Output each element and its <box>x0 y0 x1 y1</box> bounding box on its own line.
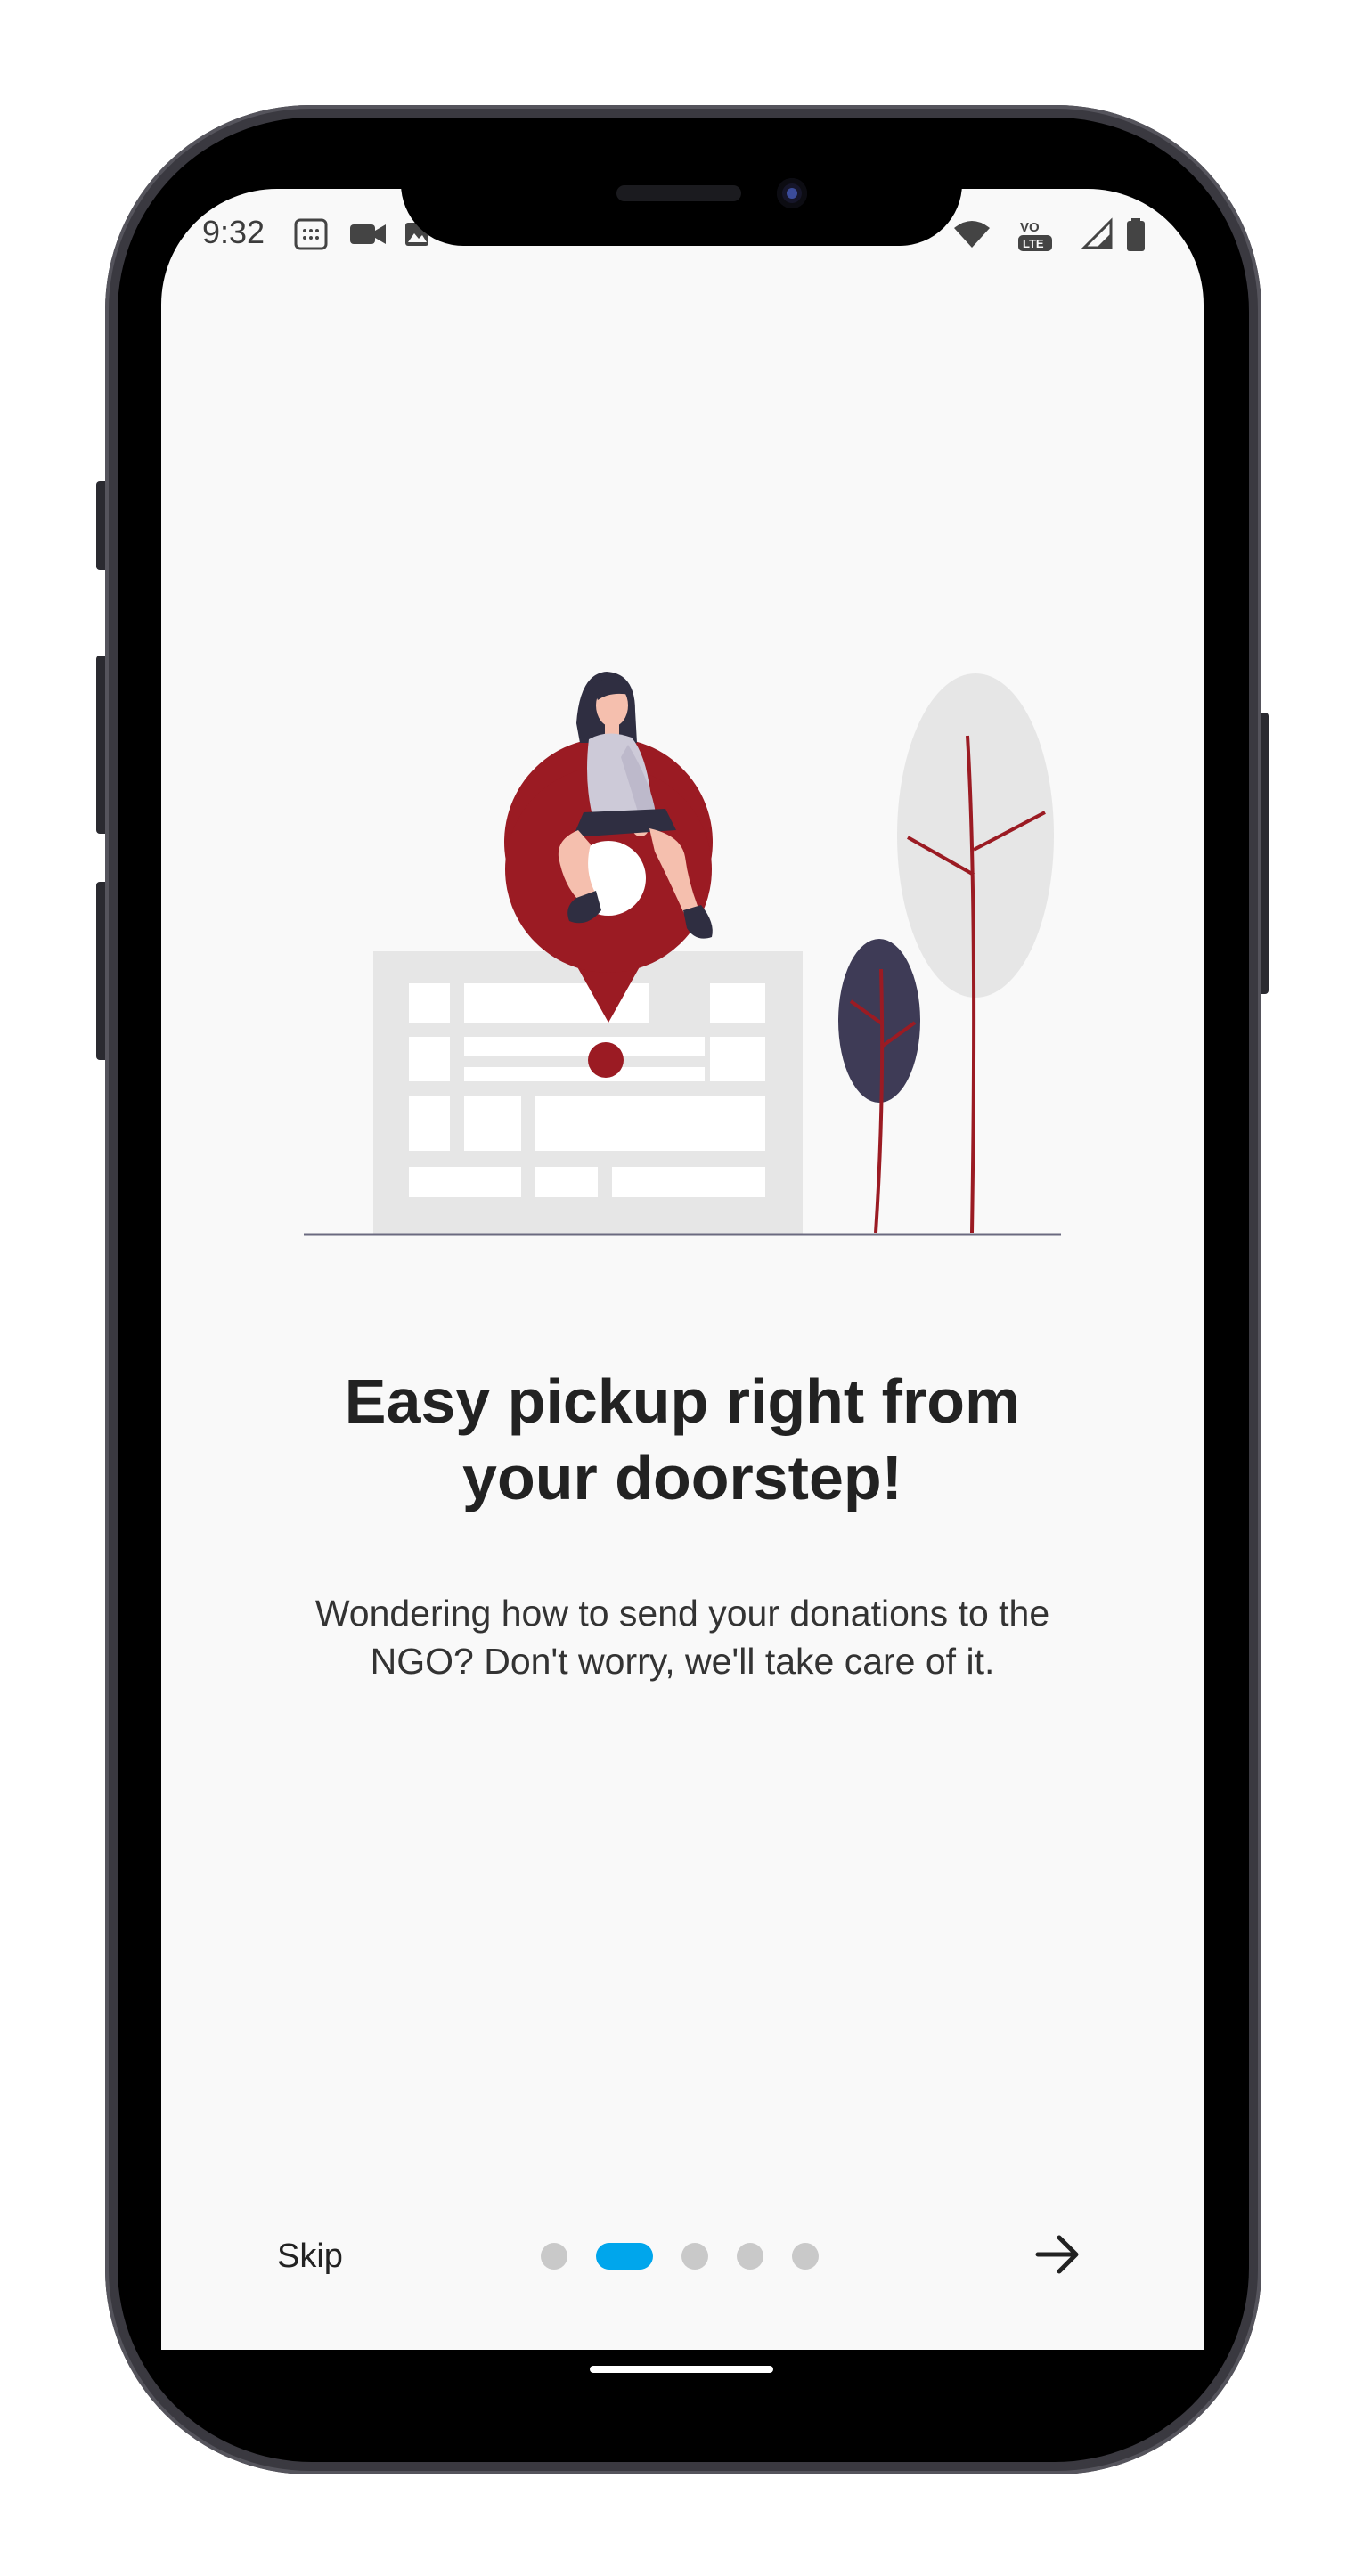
page-dot-2-active[interactable] <box>596 2243 653 2270</box>
app-screen: 9:32 VO LTE Easy pickup right from your … <box>161 189 1204 2350</box>
home-indicator[interactable] <box>590 2366 773 2373</box>
svg-text:LTE: LTE <box>1023 237 1044 250</box>
volte-icon: VO LTE <box>1018 220 1052 251</box>
onboarding-title: Easy pickup right from your doorstep! <box>344 1366 1021 1512</box>
page-dot-5[interactable] <box>792 2243 819 2270</box>
svg-text:VO: VO <box>1020 220 1040 235</box>
next-button[interactable] <box>1025 2223 1088 2286</box>
page-indicator <box>541 2241 819 2271</box>
page-dot-4[interactable] <box>737 2243 763 2270</box>
skip-button[interactable]: Skip <box>277 2238 343 2276</box>
dark-tree <box>838 939 920 1234</box>
earpiece-speaker <box>616 185 741 201</box>
signal-icon <box>1081 217 1113 249</box>
calendar-icon <box>294 218 328 250</box>
device-frame: 9:32 VO LTE Easy pickup right from your … <box>0 0 1363 2576</box>
onboarding-subtitle: Wondering how to send your donations to … <box>314 1593 1050 1682</box>
battery-icon <box>1127 218 1145 251</box>
front-camera <box>777 178 807 208</box>
page-dot-1[interactable] <box>541 2243 567 2270</box>
onboarding-navigation: Skip <box>161 2211 1204 2300</box>
light-tree <box>897 673 1054 1234</box>
arrow-right-icon <box>1035 2235 1079 2274</box>
map-graphic <box>373 951 803 1235</box>
page-dot-3[interactable] <box>682 2243 708 2270</box>
pickup-illustration <box>304 672 1061 1236</box>
video-icon <box>350 224 386 244</box>
status-time: 9:32 <box>202 214 265 250</box>
wifi-icon <box>954 221 990 248</box>
